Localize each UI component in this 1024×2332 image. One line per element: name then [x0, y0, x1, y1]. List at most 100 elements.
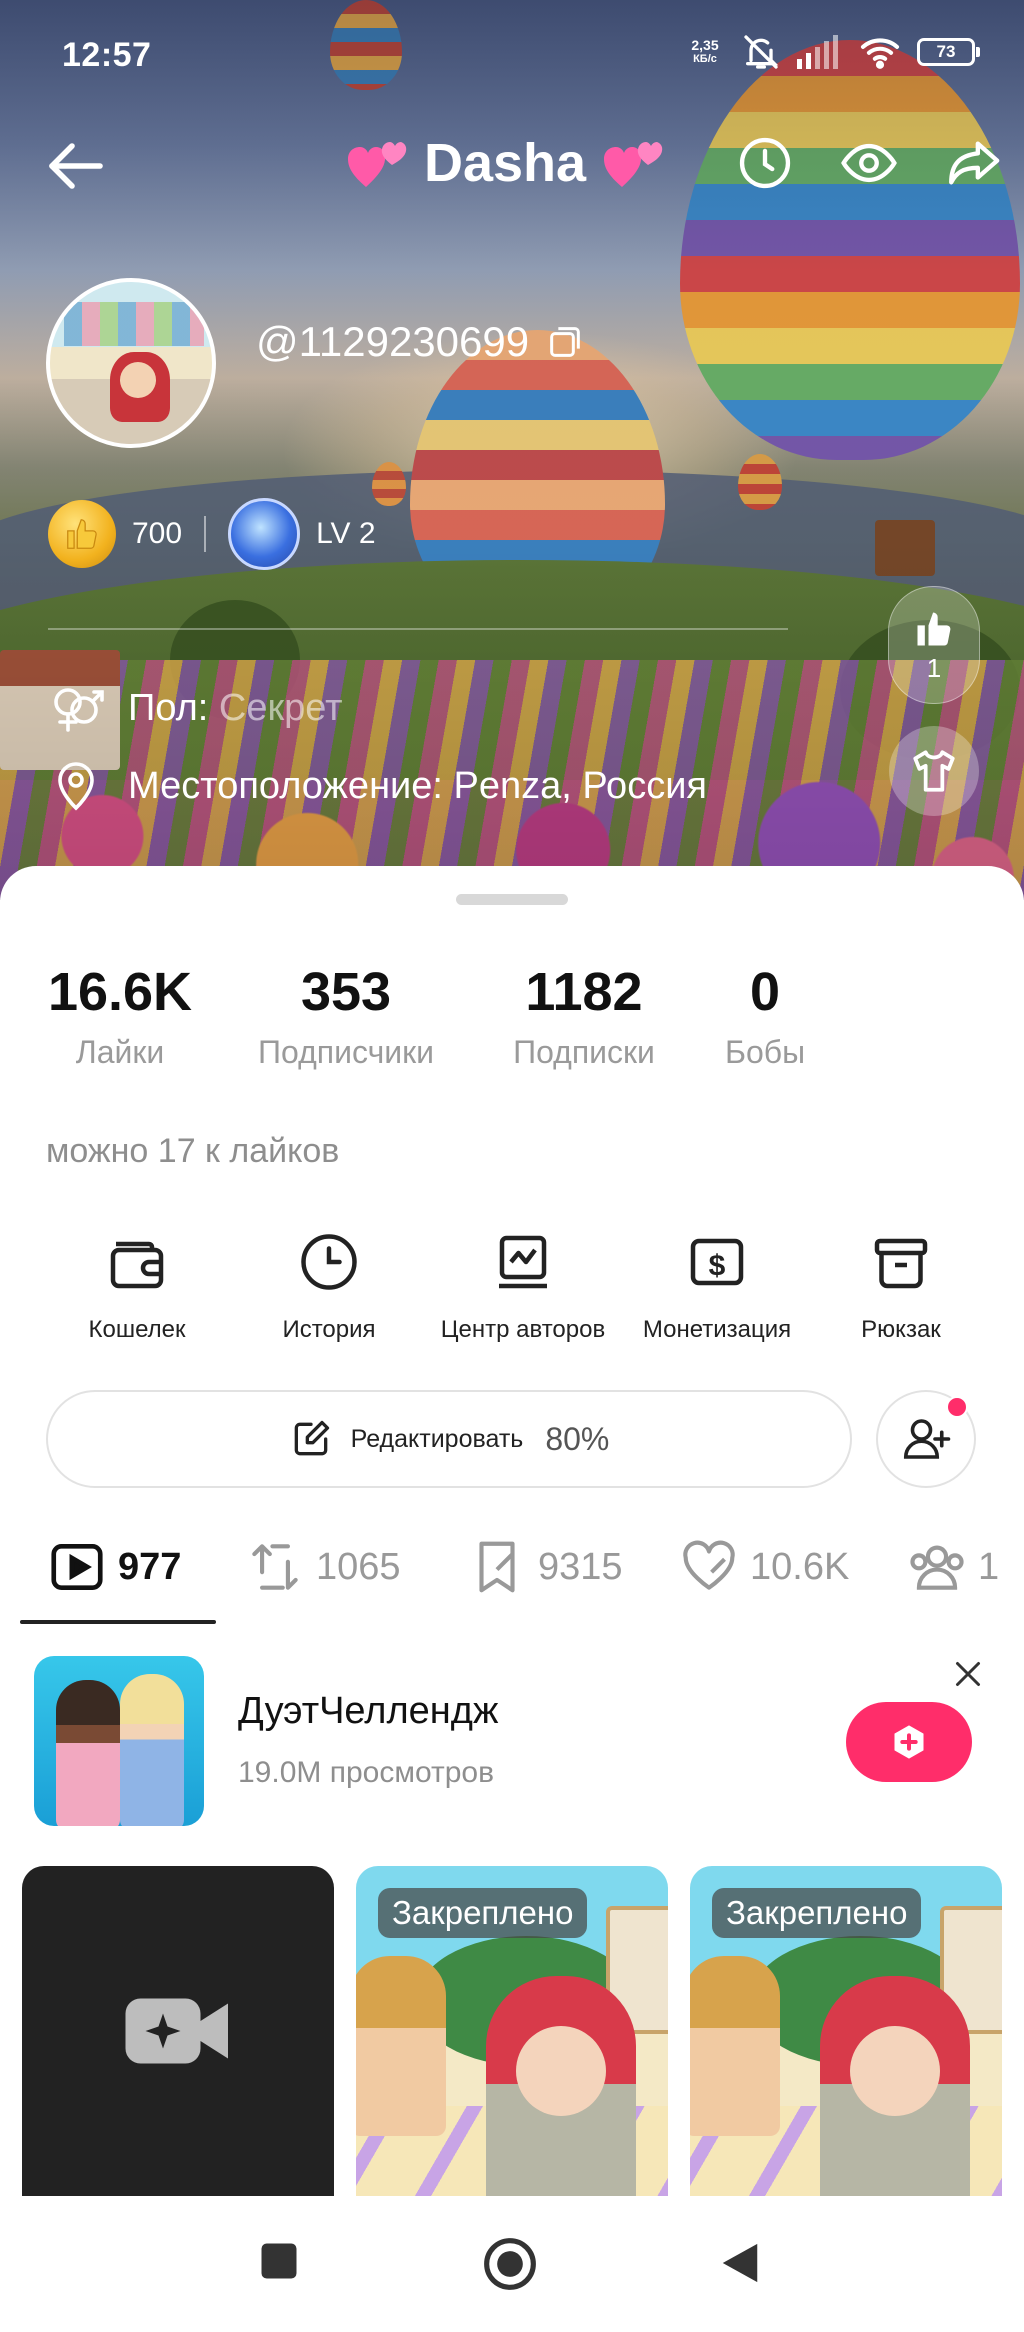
- create-video-tile[interactable]: [22, 1866, 334, 2196]
- backpack-button[interactable]: Рюкзак: [806, 1226, 996, 1344]
- copy-icon: [550, 327, 580, 357]
- gender-row: Пол: Секрет: [48, 680, 343, 736]
- arrow-left-icon: [49, 143, 103, 189]
- status-time: 12:57: [62, 36, 152, 74]
- video-tile[interactable]: Закреплено: [690, 1866, 1002, 2196]
- gender-value: Секрет: [208, 686, 343, 729]
- stat-followers[interactable]: 353 Подписчики: [246, 962, 446, 1071]
- home-button[interactable]: [482, 2236, 538, 2292]
- display-name: Dasha: [423, 133, 587, 193]
- wallet-button[interactable]: Кошелек: [42, 1226, 232, 1344]
- avatar-face: [120, 362, 156, 398]
- stat-beans[interactable]: 0 Бобы: [710, 962, 820, 1071]
- stat-value: 353: [300, 962, 392, 1022]
- history-button[interactable]: [736, 134, 794, 192]
- edit-profile-button[interactable]: Редактировать 80%: [46, 1390, 852, 1488]
- wifi-icon: [859, 35, 901, 69]
- challenge-thumbnail: [34, 1656, 204, 1826]
- dollar-icon: $: [681, 1226, 753, 1298]
- stat-value: 0: [749, 962, 781, 1022]
- add-friend-button[interactable]: [876, 1390, 976, 1488]
- tab-bookmarks[interactable]: 9315: [466, 1536, 623, 1636]
- edit-profile-label: Редактировать: [350, 1424, 524, 1453]
- join-challenge-button[interactable]: [846, 1702, 972, 1782]
- notification-dot: [946, 1396, 968, 1418]
- likes-hint: можно 17 к лайков: [46, 1132, 340, 1170]
- user-handle: @1129230699: [256, 318, 530, 365]
- location-pin-icon: [48, 758, 104, 814]
- video-camera-icon: [125, 1998, 228, 2064]
- thumbnail-face: [516, 2026, 606, 2116]
- bookmark-icon: [479, 1541, 515, 1593]
- history-tool-button[interactable]: История: [234, 1226, 424, 1344]
- status-icons: 2,35 КБ/с 73: [685, 32, 980, 72]
- challenge-views: 19.0M просмотров: [238, 1756, 495, 1789]
- back-nav-button[interactable]: [718, 2240, 762, 2286]
- battery-icon: 73: [917, 38, 980, 66]
- network-speed: 2,35 КБ/с: [685, 38, 725, 66]
- clock-icon: [739, 137, 791, 189]
- battery-tip: [976, 47, 980, 57]
- eye-icon: [841, 143, 897, 183]
- gender-text: Пол: Секрет: [128, 687, 343, 730]
- location-text: Местоположение: Penza, Россия: [128, 764, 707, 807]
- pinned-badge: Закреплено: [378, 1888, 588, 1938]
- videos-grid: Закреплено Закреплено: [0, 1866, 1024, 2196]
- hearts-icon: [347, 142, 407, 187]
- edit-row: Редактировать 80%: [46, 1390, 986, 1492]
- coin-icon: [48, 500, 116, 568]
- share-icon: [949, 141, 1000, 185]
- battery-level: 73: [917, 38, 975, 66]
- tool-label: Центр авторов: [440, 1316, 606, 1343]
- thumbnail-character: [690, 1956, 780, 2136]
- square-icon: [261, 2243, 297, 2279]
- close-icon: [956, 1662, 980, 1686]
- thumbnail-face: [850, 2026, 940, 2116]
- copy-handle-button[interactable]: [545, 322, 585, 362]
- system-nav-bar: [0, 2196, 1024, 2332]
- stat-likes[interactable]: 16.6K Лайки: [40, 962, 200, 1071]
- challenge-banner[interactable]: ДуэтЧеллендж 19.0M просмотров: [0, 1656, 1024, 1856]
- stat-label: Подписки: [513, 1034, 655, 1070]
- stat-label: Подписчики: [257, 1034, 435, 1070]
- stat-label: Лайки: [75, 1034, 165, 1070]
- drag-handle[interactable]: [456, 894, 568, 905]
- group-icon: [910, 1545, 964, 1590]
- status-bar: 12:57 2,35 КБ/с 73: [0, 0, 1024, 110]
- stat-following[interactable]: 1182 Подписки: [494, 962, 674, 1071]
- back-button[interactable]: [44, 138, 114, 194]
- badges-row: 700 LV 2: [48, 498, 376, 570]
- gender-label: Пол:: [128, 686, 209, 729]
- edit-icon: [294, 1420, 329, 1456]
- gender-icon: [48, 680, 104, 736]
- bell-muted-icon: [741, 32, 781, 72]
- coins-count: 700: [132, 517, 183, 550]
- tab-liked[interactable]: 10.6K: [678, 1536, 849, 1636]
- hero-divider: [48, 628, 788, 630]
- repost-icon: [252, 1544, 298, 1590]
- like-profile-button[interactable]: 1: [888, 586, 980, 704]
- tool-label: Монетизация: [642, 1316, 792, 1343]
- recents-button[interactable]: [258, 2240, 300, 2282]
- avatar[interactable]: [46, 278, 216, 448]
- visitors-button[interactable]: [840, 134, 898, 192]
- tool-label: История: [282, 1316, 376, 1343]
- monetization-button[interactable]: $ Монетизация: [622, 1226, 812, 1344]
- share-button[interactable]: [944, 134, 1002, 192]
- level-gem-icon: [228, 498, 301, 570]
- outfit-button[interactable]: [889, 726, 979, 816]
- video-tile[interactable]: Закреплено: [356, 1866, 668, 2196]
- close-banner-button[interactable]: [950, 1656, 986, 1692]
- profile-title: Dasha: [320, 128, 690, 198]
- tab-reposts[interactable]: 1065: [244, 1536, 401, 1636]
- avatar-shelves: [64, 302, 204, 346]
- profile-likes-count: 1: [926, 652, 942, 683]
- network-speed-value: 2,35: [691, 37, 719, 53]
- active-tab-indicator: [20, 1620, 216, 1624]
- creator-center-button[interactable]: Центр авторов: [428, 1226, 618, 1344]
- tool-label: Рюкзак: [861, 1316, 941, 1343]
- triangle-back-icon: [722, 2243, 758, 2283]
- tab-groups[interactable]: 1: [906, 1536, 999, 1636]
- top-nav: Dasha: [0, 120, 1024, 210]
- side-actions: 1: [888, 586, 980, 816]
